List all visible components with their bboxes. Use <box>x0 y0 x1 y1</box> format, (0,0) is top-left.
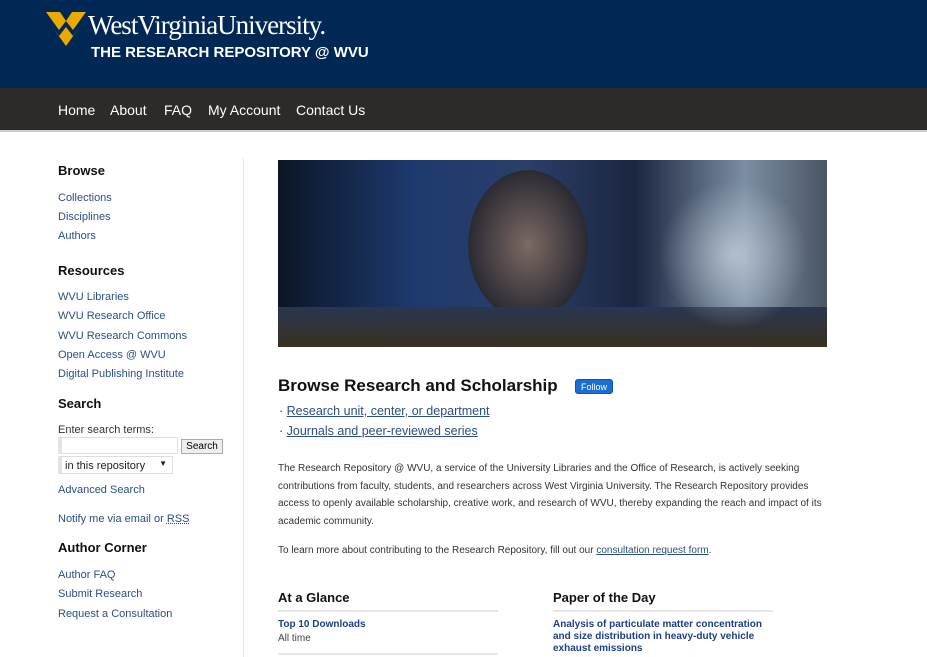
nav-home[interactable]: Home <box>58 102 95 118</box>
search-label: Enter search terms: <box>58 424 154 436</box>
wvu-logo-icon[interactable] <box>46 10 86 46</box>
notify-email-link[interactable]: Notify me via email or <box>58 513 167 525</box>
search-scope-value: in this repository <box>65 460 146 472</box>
nav-contact-us[interactable]: Contact Us <box>296 102 365 118</box>
header: WestVirginiaUniversity. THE RESEARCH REP… <box>0 0 927 88</box>
sidebar-item-collections[interactable]: Collections <box>58 192 112 204</box>
learn-more-text: To learn more about contributing to the … <box>278 545 597 556</box>
resources-heading: Resources <box>58 263 125 278</box>
main-nav: Home About FAQ My Account Contact Us <box>0 88 927 132</box>
chevron-down-icon: ▼ <box>159 459 167 468</box>
paper-of-the-day-heading: Paper of the Day <box>553 590 773 612</box>
nav-about[interactable]: About <box>110 102 147 118</box>
sidebar-item-research-office[interactable]: WVU Research Office <box>58 310 165 322</box>
search-heading: Search <box>58 396 102 411</box>
intro-paragraph: The Research Repository @ WVU, a service… <box>278 463 822 527</box>
glance-divider <box>278 653 498 655</box>
author-corner-heading: Author Corner <box>58 540 147 555</box>
sidebar-item-authors[interactable]: Authors <box>58 230 96 242</box>
advanced-search-link[interactable]: Advanced Search <box>58 484 145 496</box>
sidebar-divider <box>243 158 244 657</box>
sidebar-item-author-faq[interactable]: Author FAQ <box>58 569 115 581</box>
nav-faq[interactable]: FAQ <box>164 102 192 118</box>
university-name: WestVirginiaUniversity. <box>88 10 326 40</box>
sidebar-item-wvu-libraries[interactable]: WVU Libraries <box>58 291 129 303</box>
sidebar-item-open-access[interactable]: Open Access @ WVU <box>58 349 166 361</box>
browse-link-2-item: · Journals and peer-reviewed series <box>279 424 478 438</box>
sidebar-item-request-consultation[interactable]: Request a Consultation <box>58 608 172 620</box>
notify-line: Notify me via email or RSS <box>58 513 189 525</box>
search-button[interactable]: Search <box>181 439 223 454</box>
top-downloads-link[interactable]: Top 10 Downloads <box>278 619 366 630</box>
sidebar-item-submit-research[interactable]: Submit Research <box>58 588 142 600</box>
at-a-glance-heading: At a Glance <box>278 590 498 612</box>
top-downloads-period: All time <box>278 633 311 644</box>
research-unit-link[interactable]: Research unit, center, or department <box>287 404 490 418</box>
journals-link[interactable]: Journals and peer-reviewed series <box>287 424 478 438</box>
follow-button[interactable]: Follow <box>575 379 613 394</box>
browse-link-1-item: · Research unit, center, or department <box>279 404 490 418</box>
page-title: Browse Research and Scholarship <box>278 376 558 395</box>
browse-heading: Browse <box>58 163 105 178</box>
paper-of-the-day-link[interactable]: Analysis of particulate matter concentra… <box>553 619 768 655</box>
sidebar-item-research-commons[interactable]: WVU Research Commons <box>58 330 187 342</box>
sidebar-item-digital-publishing[interactable]: Digital Publishing Institute <box>58 368 184 380</box>
hero-image-lab-researcher <box>278 160 827 347</box>
search-scope-select[interactable]: in this repository ▼ <box>58 456 173 474</box>
consultation-form-link[interactable]: consultation request form <box>596 545 708 556</box>
nav-my-account[interactable]: My Account <box>208 102 280 118</box>
rss-link[interactable]: RSS <box>167 513 190 525</box>
sidebar-item-disciplines[interactable]: Disciplines <box>58 211 111 223</box>
site-title[interactable]: THE RESEARCH REPOSITORY @ WVU <box>91 44 369 61</box>
learn-more-paragraph: To learn more about contributing to the … <box>278 545 712 556</box>
search-input[interactable] <box>58 437 178 454</box>
